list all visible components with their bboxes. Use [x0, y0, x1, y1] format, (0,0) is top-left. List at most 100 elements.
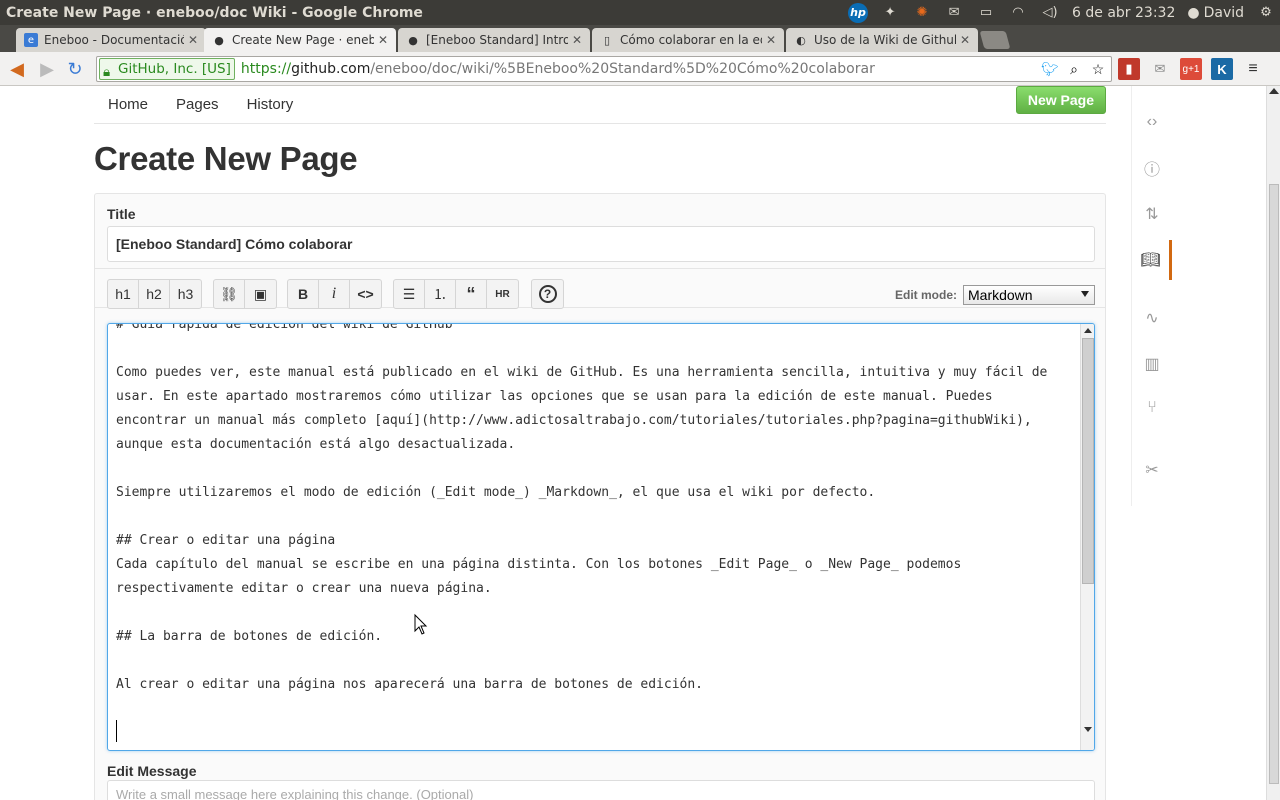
editor-scrollbar[interactable] [1080, 324, 1094, 750]
italic-button[interactable]: i [319, 280, 350, 308]
bullet-list-button[interactable]: ☰ [394, 280, 425, 308]
close-icon[interactable]: ✕ [960, 33, 970, 47]
code-button[interactable]: <> [350, 280, 381, 308]
edit-mode-select[interactable]: Markdown [963, 285, 1095, 305]
hp-icon[interactable]: hp [848, 2, 869, 23]
format-button-group: B i <> [287, 279, 382, 309]
editor-scroll-thumb[interactable] [1082, 338, 1094, 584]
wiki-nav-item[interactable]: 📖︎ [1132, 240, 1172, 280]
gplus-icon[interactable]: g+1 [1180, 58, 1202, 80]
scroll-up-icon[interactable] [1269, 88, 1279, 94]
eneboo-icon: e [24, 33, 38, 47]
reload-button[interactable]: ↻ [64, 58, 86, 80]
close-icon[interactable]: ✕ [572, 33, 582, 47]
twitter-icon[interactable]: 🐦︎ [1041, 60, 1059, 78]
h3-button[interactable]: h3 [170, 280, 201, 308]
image-button[interactable]: ▣ [245, 280, 276, 308]
repo-sidebar: ‹› ⓘ ⇅ 📖︎ ∿ ▥ ⑂ ✂ [1131, 86, 1173, 506]
editor-content[interactable]: # Guía rápida de edición del wiki de Git… [116, 324, 1076, 721]
network-nav[interactable]: ⑂ [1132, 388, 1172, 428]
gear-icon[interactable]: ⚙ [1256, 4, 1276, 22]
bullet-list-icon: ☰ [402, 285, 416, 302]
scroll-up-icon[interactable] [1084, 328, 1092, 333]
bold-button[interactable]: B [288, 280, 319, 308]
address-bar[interactable]: 🔒︎ GitHub, Inc. [US] https://github.com/… [96, 56, 1112, 82]
forward-button[interactable]: ▶ [36, 58, 58, 80]
image-icon: ▣ [253, 285, 268, 302]
close-icon[interactable]: ✕ [766, 33, 776, 47]
bookmark-star-icon[interactable]: ☆ [1089, 60, 1107, 78]
help-icon: ? [538, 285, 557, 303]
edit-message-input[interactable]: Write a small message here explaining th… [107, 780, 1095, 800]
page-title: Create New Page [94, 140, 358, 177]
nav-home-link[interactable]: Home [94, 96, 162, 113]
pulse-nav[interactable]: ∿ [1132, 298, 1172, 338]
dropbox-icon[interactable]: ✦ [880, 4, 900, 22]
tab-label: [Eneboo Standard] Introd [426, 33, 568, 47]
link-button[interactable]: ⛓ [214, 280, 245, 308]
editor-line: Como puedes ver, este manual está public… [116, 365, 1048, 380]
page-scrollbar[interactable] [1266, 86, 1280, 800]
tab-eneboo-docs[interactable]: e Eneboo - Documentación ✕ [16, 28, 206, 52]
edit-message-label: Edit Message [107, 763, 197, 779]
wifi-icon[interactable]: ◠ [1008, 4, 1028, 22]
pull-request-icon: ⇅ [1145, 206, 1159, 223]
numbered-list-button[interactable]: ⒈ [425, 280, 456, 308]
ev-certificate-badge[interactable]: 🔒︎ GitHub, Inc. [US] [99, 58, 235, 80]
edit-form: Title [Eneboo Standard] Cómo colaborar h… [94, 193, 1106, 800]
back-button[interactable]: ◀ [6, 58, 28, 80]
url-host: github.com [291, 61, 371, 77]
help-button[interactable]: ? [532, 280, 563, 308]
user-menu[interactable]: ● David [1187, 5, 1244, 21]
editor-toolbar: h1 h2 h3 ⛓ ▣ B i <> ☰ ⒈ “ HR ? Edit mode… [95, 268, 1105, 309]
markdown-editor[interactable]: # Guía rápida de edición del wiki de Git… [107, 323, 1095, 751]
volume-icon[interactable]: ◁) [1040, 4, 1060, 22]
weather-icon[interactable]: ✺ [912, 4, 932, 22]
heading-button-group: h1 h2 h3 [107, 279, 202, 309]
bookmark-extension-icon[interactable]: ▮ [1118, 58, 1140, 80]
h2-button[interactable]: h2 [139, 280, 170, 308]
code-nav[interactable]: ‹› [1132, 102, 1172, 142]
pull-requests-nav[interactable]: ⇅ [1132, 194, 1172, 234]
mail-icon[interactable]: ✉ [944, 4, 964, 22]
close-icon[interactable]: ✕ [188, 33, 198, 47]
tab-label: Create New Page · eneboo/doc [232, 33, 374, 47]
link-button-group: ⛓ ▣ [213, 279, 277, 309]
k-extension-icon[interactable]: K [1211, 58, 1233, 80]
page-scroll-thumb[interactable] [1269, 184, 1279, 784]
tab-label: Cómo colaborar en la edic [620, 33, 762, 47]
settings-nav[interactable]: ✂ [1132, 450, 1172, 490]
close-icon[interactable]: ✕ [378, 33, 388, 47]
clock[interactable]: 6 de abr 23:32 [1072, 5, 1175, 21]
battery-icon[interactable]: ▭ [976, 4, 996, 22]
menu-icon[interactable]: ≡ [1242, 58, 1264, 80]
numbered-list-icon: ⒈ [433, 286, 447, 302]
new-tab-button[interactable] [979, 31, 1011, 49]
h1-button[interactable]: h1 [108, 280, 139, 308]
nav-pages-link[interactable]: Pages [162, 96, 233, 113]
quote-button[interactable]: “ [456, 280, 487, 308]
hr-button[interactable]: HR [487, 280, 518, 308]
tab-como-colaborar[interactable]: ▯ Cómo colaborar en la edic ✕ [592, 28, 784, 52]
tab-strip: e Eneboo - Documentación ✕ ● Create New … [0, 25, 1280, 52]
url-text[interactable]: https://github.com/eneboo/doc/wiki/%5BEn… [241, 61, 875, 77]
tab-create-new-page[interactable]: ● Create New Page · eneboo/doc ✕ [204, 28, 396, 52]
tab-uso-wiki-github[interactable]: ◐ Uso de la Wiki de Github. ✕ [786, 28, 978, 52]
issue-icon: ⓘ [1143, 162, 1160, 179]
zoom-icon[interactable]: ⌕ [1065, 60, 1083, 78]
graphs-nav[interactable]: ▥ [1132, 344, 1172, 384]
edit-mode-value: Markdown [968, 287, 1033, 303]
title-input[interactable]: [Eneboo Standard] Cómo colaborar [107, 226, 1095, 262]
editor-line: respectivamente editar o crear una nueva… [116, 581, 492, 596]
new-page-button[interactable]: New Page [1015, 86, 1106, 114]
omnibox-icons: 🐦︎ ⌕ ☆ [1041, 60, 1107, 78]
github-icon: ● [408, 33, 418, 47]
issues-nav[interactable]: ⓘ [1132, 148, 1172, 188]
tab-eneboo-standard-intro[interactable]: ● [Eneboo Standard] Introd ✕ [398, 28, 590, 52]
browser-toolbar: ◀ ▶ ↻ 🔒︎ GitHub, Inc. [US] https://githu… [0, 52, 1280, 86]
scroll-down-icon[interactable] [1084, 727, 1092, 732]
editor-line: ## La barra de botones de edición. [116, 629, 383, 644]
editor-line: ## Crear o editar una página [116, 533, 336, 548]
mail-extension-icon[interactable]: ✉ [1149, 58, 1171, 80]
nav-history-link[interactable]: History [233, 96, 308, 113]
